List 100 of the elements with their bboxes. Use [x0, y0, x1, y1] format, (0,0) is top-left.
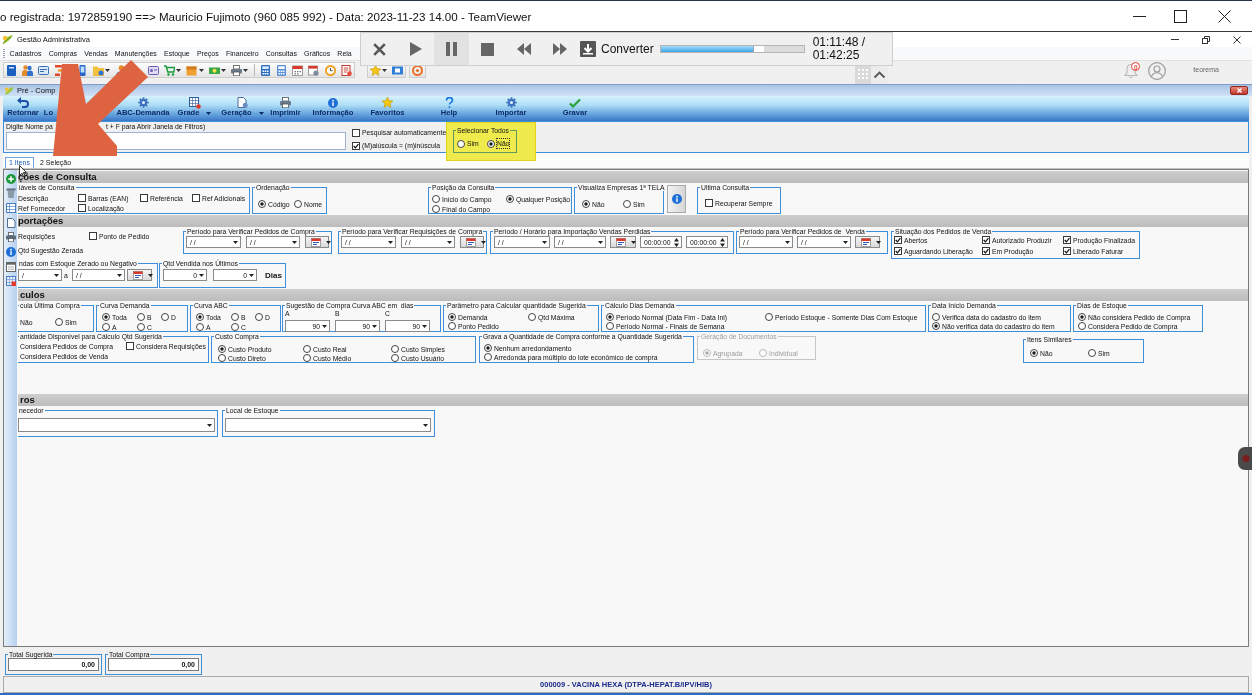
radio-button[interactable]: [1078, 322, 1086, 330]
checkbox[interactable]: [982, 236, 990, 244]
id-card-icon[interactable]: [147, 64, 159, 76]
radio-button[interactable]: [582, 200, 590, 208]
checkbox[interactable]: [126, 342, 134, 350]
radio-button[interactable]: [932, 313, 940, 321]
checkbox[interactable]: [982, 247, 990, 255]
card-icon[interactable]: [38, 64, 50, 76]
radio-button[interactable]: [55, 318, 63, 326]
progress-track[interactable]: [659, 45, 805, 53]
radio-button[interactable]: [932, 322, 940, 330]
radio-button[interactable]: [137, 313, 145, 321]
calendar-icon: [311, 237, 321, 247]
table-icon[interactable]: [5, 276, 16, 287]
calculator-icon[interactable]: [275, 64, 287, 76]
checkbox[interactable]: [78, 194, 86, 202]
panel-handle-icon[interactable]: [1238, 447, 1252, 470]
radio-button[interactable]: [303, 345, 311, 353]
checkbox[interactable]: [1063, 247, 1071, 255]
radio-button[interactable]: [231, 323, 239, 331]
info-button[interactable]: [667, 185, 686, 213]
radio-button[interactable]: [432, 205, 440, 213]
restore-icon[interactable]: [1202, 35, 1210, 44]
star-icon[interactable]: [369, 64, 381, 76]
minimize-icon[interactable]: [1133, 15, 1146, 17]
checkbox[interactable]: [89, 232, 97, 240]
checkbox[interactable]: [352, 141, 360, 150]
calendar-icon[interactable]: [292, 64, 304, 76]
radio-button[interactable]: [448, 313, 456, 321]
radio-button[interactable]: [457, 139, 465, 148]
radio-button[interactable]: [218, 345, 226, 353]
document-icon[interactable]: [340, 64, 352, 76]
radio-button[interactable]: [102, 323, 110, 331]
radio-button[interactable]: [448, 322, 456, 330]
radio-button[interactable]: [196, 323, 204, 331]
radio-button[interactable]: [102, 313, 110, 321]
calendar-icon[interactable]: [5, 261, 16, 272]
checkbox[interactable]: [192, 194, 200, 202]
radio-button[interactable]: [606, 322, 614, 330]
calendar-button[interactable]: [127, 269, 152, 281]
close-button[interactable]: [1230, 86, 1248, 95]
radio-button[interactable]: [487, 139, 495, 148]
radio-button[interactable]: [137, 323, 145, 331]
radio-button[interactable]: [294, 200, 302, 208]
dropdown-field[interactable]: [225, 418, 431, 432]
checkbox[interactable]: [352, 128, 360, 137]
radio-button[interactable]: [258, 200, 266, 208]
clock-icon[interactable]: [324, 64, 336, 76]
radio-button[interactable]: [528, 313, 536, 321]
calculator-icon[interactable]: [259, 64, 271, 76]
radio-button[interactable]: [1030, 349, 1038, 357]
document-icon[interactable]: [5, 217, 16, 228]
calendar-icon[interactable]: [308, 64, 320, 76]
checkbox[interactable]: [894, 247, 902, 255]
window-icon[interactable]: [392, 64, 404, 76]
radio-button[interactable]: [606, 313, 614, 321]
radio-button[interactable]: [196, 313, 204, 321]
calendar-button[interactable]: [305, 236, 329, 248]
dropdown-field[interactable]: [18, 418, 215, 432]
calendar-button[interactable]: [610, 236, 636, 248]
table-icon[interactable]: [5, 202, 16, 213]
checkbox[interactable]: [1063, 236, 1071, 244]
checkbox[interactable]: [894, 236, 902, 244]
radio-button[interactable]: [506, 195, 514, 203]
info-icon[interactable]: [5, 246, 16, 257]
bell-icon[interactable]: [1124, 63, 1139, 79]
people-icon[interactable]: [22, 64, 34, 76]
cart-icon[interactable]: [164, 64, 176, 76]
radio-button[interactable]: [1078, 313, 1086, 321]
radio-button[interactable]: [231, 313, 239, 321]
book-icon[interactable]: [6, 64, 17, 76]
download-icon[interactable]: [580, 41, 596, 57]
add-icon[interactable]: [5, 173, 16, 184]
box-icon[interactable]: [186, 64, 198, 76]
close-icon[interactable]: [1233, 35, 1241, 44]
checkbox[interactable]: [705, 199, 713, 207]
radio-button[interactable]: [1088, 349, 1096, 357]
radio-button[interactable]: [765, 313, 773, 321]
checkbox[interactable]: [140, 194, 148, 202]
radio-button[interactable]: [484, 344, 492, 352]
pause-button[interactable]: [434, 33, 469, 65]
radio-button[interactable]: [391, 345, 399, 353]
radio-button[interactable]: [161, 313, 169, 321]
radio-button[interactable]: [623, 200, 631, 208]
calendar-button[interactable]: [460, 236, 484, 248]
radio-button[interactable]: [218, 354, 226, 362]
folder-icon[interactable]: [93, 64, 105, 76]
checkbox[interactable]: [78, 204, 86, 212]
radio-button[interactable]: [432, 195, 440, 203]
maximize-icon[interactable]: [1174, 9, 1187, 23]
calendar-button[interactable]: [855, 236, 880, 248]
close-icon[interactable]: [1218, 9, 1231, 23]
radio-button[interactable]: [484, 353, 492, 361]
action-label[interactable]: Converter: [601, 42, 654, 56]
radio-button[interactable]: [255, 313, 263, 321]
printer-icon[interactable]: [231, 64, 243, 76]
radio-button[interactable]: [391, 354, 399, 362]
trash-icon[interactable]: [5, 188, 16, 199]
radio-button[interactable]: [303, 354, 311, 362]
printer-icon[interactable]: [5, 232, 16, 243]
